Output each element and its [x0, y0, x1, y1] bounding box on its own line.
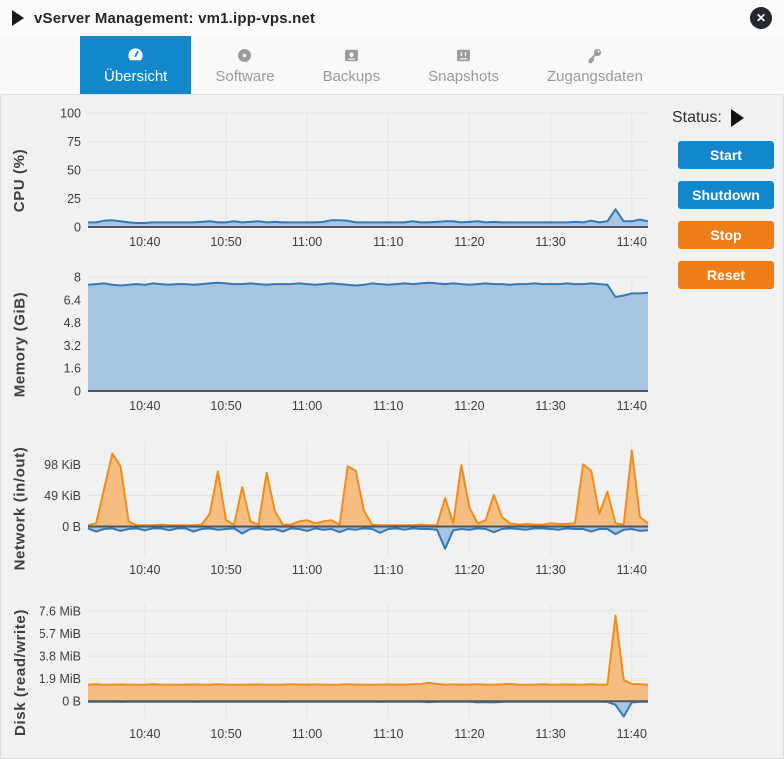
tab-snapshots[interactable]: Snapshots	[404, 36, 523, 94]
svg-text:10:40: 10:40	[129, 563, 160, 577]
svg-text:7.6 MiB: 7.6 MiB	[40, 604, 81, 618]
svg-text:10:50: 10:50	[210, 727, 241, 741]
disk-plot: 0 B 1.9 MiB 3.8 MiB 5.7 MiB 7.6 MiB 10:40 10:5…	[40, 593, 660, 751]
gauge-icon	[126, 45, 145, 65]
svg-text:10:50: 10:50	[210, 399, 241, 413]
key-icon	[585, 45, 604, 65]
svg-text:11:30: 11:30	[535, 399, 565, 413]
page-title: vServer Management: vm1.ipp-vps.net	[34, 10, 315, 27]
svg-text:4.8: 4.8	[64, 316, 81, 330]
svg-text:10:50: 10:50	[210, 235, 241, 249]
svg-text:6.4: 6.4	[64, 293, 81, 307]
tab-label: Backups	[323, 68, 381, 85]
svg-text:8: 8	[74, 271, 81, 285]
charts-column: CPU (%) 0 25 50 75 100 10:40 10:50 11:00 11:10 11…	[0, 95, 660, 751]
svg-text:11:10: 11:10	[373, 235, 403, 249]
svg-text:11:20: 11:20	[454, 235, 484, 249]
svg-text:11:30: 11:30	[535, 727, 565, 741]
svg-text:10:50: 10:50	[210, 563, 241, 577]
svg-text:50: 50	[67, 164, 81, 178]
svg-text:25: 25	[67, 192, 81, 206]
svg-text:11:10: 11:10	[373, 727, 403, 741]
memory-chart: Memory (GiB) 0 1.6 3.2 4.8 6.4 8 10:40 10:50 11:…	[0, 265, 660, 423]
svg-text:5.7 MiB: 5.7 MiB	[40, 627, 81, 641]
svg-text:3.2: 3.2	[64, 339, 81, 353]
tab-label: Software	[215, 68, 274, 85]
svg-text:3.8 MiB: 3.8 MiB	[40, 650, 81, 664]
svg-text:98 KiB: 98 KiB	[44, 458, 81, 472]
svg-text:11:20: 11:20	[454, 727, 484, 741]
svg-text:11:20: 11:20	[454, 399, 484, 413]
close-icon: ✕	[756, 12, 766, 24]
svg-text:11:20: 11:20	[454, 563, 484, 577]
svg-text:11:00: 11:00	[292, 563, 322, 577]
cpu-chart: CPU (%) 0 25 50 75 100 10:40 10:50 11:00 11:10 11…	[0, 101, 660, 259]
start-button[interactable]: Start	[678, 141, 774, 169]
svg-text:0: 0	[74, 385, 81, 399]
play-icon	[12, 10, 24, 26]
svg-text:11:40: 11:40	[617, 727, 647, 741]
tab-label: Übersicht	[104, 68, 167, 85]
svg-text:10:40: 10:40	[129, 727, 160, 741]
memory-axis-title: Memory (GiB)	[12, 291, 29, 397]
svg-text:11:00: 11:00	[292, 399, 322, 413]
tab-zugangsdaten[interactable]: Zugangsdaten	[523, 36, 667, 94]
tab-label: Snapshots	[428, 68, 499, 85]
svg-text:100: 100	[60, 107, 81, 121]
svg-text:11:40: 11:40	[617, 563, 647, 577]
reset-button[interactable]: Reset	[678, 261, 774, 289]
svg-text:11:00: 11:00	[292, 235, 322, 249]
svg-text:49 KiB: 49 KiB	[44, 489, 81, 503]
svg-text:0 B: 0 B	[62, 520, 81, 534]
svg-text:11:10: 11:10	[373, 563, 403, 577]
svg-text:0: 0	[74, 221, 81, 235]
tab-software[interactable]: Software	[191, 36, 298, 94]
network-chart: Network (in/out) 0 B 49 KiB 98 KiB 10:40 10:…	[0, 429, 660, 587]
status-row: Status:	[660, 109, 784, 127]
tab-label: Zugangsdaten	[547, 68, 643, 85]
stop-button[interactable]: Stop	[678, 221, 774, 249]
svg-text:75: 75	[67, 135, 81, 149]
status-label: Status:	[672, 109, 722, 127]
svg-text:10:40: 10:40	[129, 399, 160, 413]
svg-text:0 B: 0 B	[62, 695, 81, 709]
network-plot: 0 B 49 KiB 98 KiB 10:40 10:50 11:00 11:10 11:20…	[40, 429, 660, 587]
disk-axis-title: Disk (read/write)	[12, 609, 29, 736]
svg-text:11:10: 11:10	[373, 399, 403, 413]
svg-text:11:00: 11:00	[292, 727, 322, 741]
controls-sidebar: Status: Start Shutdown Stop Reset	[660, 95, 784, 751]
tab-uebersicht[interactable]: Übersicht	[80, 36, 191, 94]
play-icon	[731, 109, 744, 127]
tab-backups[interactable]: Backups	[299, 36, 405, 94]
svg-text:11:30: 11:30	[535, 563, 565, 577]
svg-text:11:40: 11:40	[617, 399, 647, 413]
cpu-axis-title: CPU (%)	[12, 148, 29, 211]
memory-plot: 0 1.6 3.2 4.8 6.4 8 10:40 10:50 11:00 11:10 11:20 1…	[40, 265, 660, 423]
snapshot-drive-icon	[454, 45, 473, 65]
tab-bar: Übersicht Software Backups Snapshots Zug…	[0, 36, 784, 95]
cpu-plot: 0 25 50 75 100 10:40 10:50 11:00 11:10 11:20 11:30…	[40, 101, 660, 259]
backup-drive-icon	[342, 45, 361, 65]
disc-icon	[235, 45, 254, 65]
shutdown-button[interactable]: Shutdown	[678, 181, 774, 209]
disk-chart: Disk (read/write) 0 B 1.9 MiB 3.8 MiB 5.7 M…	[0, 593, 660, 751]
close-button[interactable]: ✕	[750, 7, 772, 29]
svg-text:1.9 MiB: 1.9 MiB	[40, 672, 81, 686]
network-axis-title: Network (in/out)	[12, 446, 29, 570]
svg-text:10:40: 10:40	[129, 235, 160, 249]
svg-text:11:40: 11:40	[617, 235, 647, 249]
window-header: vServer Management: vm1.ipp-vps.net ✕	[0, 0, 784, 36]
content-area: CPU (%) 0 25 50 75 100 10:40 10:50 11:00 11:10 11…	[0, 95, 784, 751]
svg-text:11:30: 11:30	[535, 235, 565, 249]
svg-text:1.6: 1.6	[64, 362, 81, 376]
